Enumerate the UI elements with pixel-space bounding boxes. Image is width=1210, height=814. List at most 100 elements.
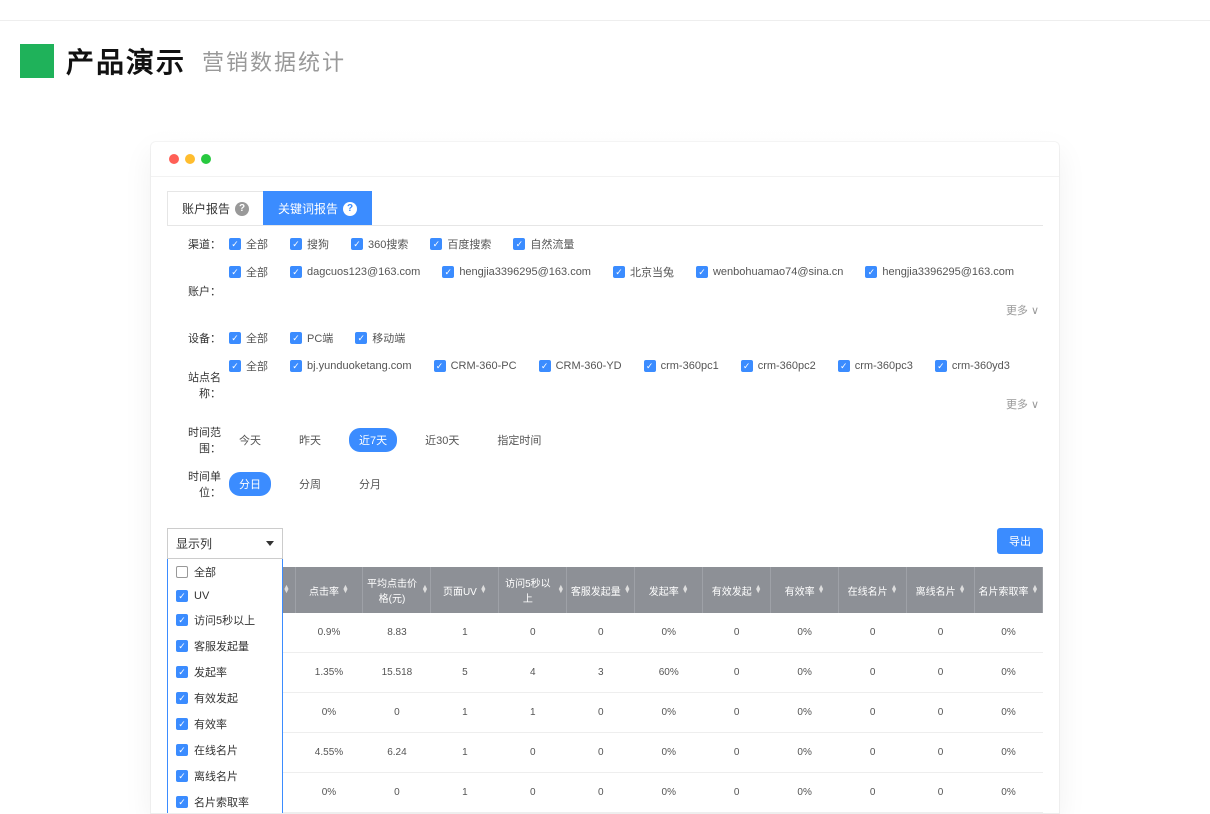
checkbox-label: wenbohuamao74@sina.cn <box>713 266 843 278</box>
sort-icon[interactable]: ▲▼ <box>342 586 349 594</box>
filter-row: 账户：✓全部✓dagcuos123@163.com✓hengjia3396295… <box>167 264 1043 318</box>
time-option[interactable]: 近30天 <box>415 428 469 452</box>
filter-checkbox[interactable]: ✓360搜索 <box>351 236 408 252</box>
help-icon[interactable]: ? <box>343 202 357 216</box>
checkbox-checked-icon: ✓ <box>176 590 188 602</box>
dropdown-item[interactable]: ✓在线名片 <box>168 737 282 763</box>
filter-checkbox[interactable]: ✓全部 <box>229 358 268 374</box>
filter-checkbox[interactable]: ✓PC端 <box>290 330 333 346</box>
window-minimize-icon[interactable] <box>185 154 195 164</box>
column-header[interactable]: 页面UV▲▼ <box>431 567 499 613</box>
more-link[interactable]: 更多 ∨ <box>1006 396 1043 412</box>
sort-icon[interactable]: ▲▼ <box>557 586 564 594</box>
checkbox-checked-icon: ✓ <box>865 266 877 278</box>
columns-dropdown-button[interactable]: 显示列 <box>167 528 283 559</box>
time-option[interactable]: 分月 <box>349 472 391 496</box>
dropdown-item[interactable]: ✓访问5秒以上 <box>168 607 282 633</box>
filter-checkbox[interactable]: ✓全部 <box>229 264 268 280</box>
time-option[interactable]: 分日 <box>229 472 271 496</box>
time-option[interactable]: 近7天 <box>349 428 397 452</box>
column-header[interactable]: 名片索取率▲▼ <box>975 567 1043 613</box>
filter-checkbox[interactable]: ✓hengjia3396295@163.com <box>865 266 1014 278</box>
sort-icon[interactable]: ▲▼ <box>959 586 966 594</box>
dropdown-item-label: UV <box>194 590 209 602</box>
export-button[interactable]: 导出 <box>997 528 1043 554</box>
tab-keyword-report[interactable]: 关键词报告 ? <box>263 191 372 225</box>
time-option[interactable]: 昨天 <box>289 428 331 452</box>
dropdown-item-label: 有效发起 <box>194 690 238 706</box>
checkbox-checked-icon: ✓ <box>229 238 241 250</box>
filter-checkbox[interactable]: ✓自然流量 <box>513 236 574 252</box>
filter-checkbox[interactable]: ✓wenbohuamao74@sina.cn <box>696 266 843 278</box>
filter-checkbox[interactable]: ✓CRM-360-PC <box>434 360 517 372</box>
table-cell: 0 <box>839 733 907 773</box>
filter-checkbox[interactable]: ✓crm-360yd3 <box>935 360 1010 372</box>
checkbox-checked-icon: ✓ <box>838 360 850 372</box>
table-cell: 0% <box>295 693 363 733</box>
column-header[interactable]: 有效发起▲▼ <box>703 567 771 613</box>
dropdown-item[interactable]: ✓名片索取率 <box>168 789 282 814</box>
filter-checkbox[interactable]: ✓百度搜索 <box>430 236 491 252</box>
column-header[interactable]: 访问5秒以上▲▼ <box>499 567 567 613</box>
dropdown-item[interactable]: 全部 <box>168 559 282 585</box>
tab-account-report[interactable]: 账户报告 ? <box>167 191 263 225</box>
table-cell: 0 <box>839 693 907 733</box>
table-cell: 0 <box>839 613 907 653</box>
column-header[interactable]: 发起率▲▼ <box>635 567 703 613</box>
dropdown-item[interactable]: ✓客服发起量 <box>168 633 282 659</box>
checkbox-checked-icon: ✓ <box>290 238 302 250</box>
dropdown-item[interactable]: ✓发起率 <box>168 659 282 685</box>
table-cell: 0 <box>907 693 975 733</box>
dropdown-item-label: 离线名片 <box>194 768 238 784</box>
filter-checkbox[interactable]: ✓crm-360pc3 <box>838 360 913 372</box>
dropdown-item[interactable]: ✓有效率 <box>168 711 282 737</box>
sort-icon[interactable]: ▲▼ <box>682 586 689 594</box>
time-option[interactable]: 指定时间 <box>487 428 551 452</box>
sort-icon[interactable]: ▲▼ <box>818 586 825 594</box>
filter-checkbox[interactable]: ✓全部 <box>229 330 268 346</box>
column-header[interactable]: 离线名片▲▼ <box>907 567 975 613</box>
table-toolbar: 显示列 全部✓UV✓访问5秒以上✓客服发起量✓发起率✓有效发起✓有效率✓在线名片… <box>167 528 1043 559</box>
window-close-icon[interactable] <box>169 154 179 164</box>
table-cell: 1 <box>431 613 499 653</box>
dropdown-item[interactable]: ✓ UV <box>168 585 282 607</box>
window-maximize-icon[interactable] <box>201 154 211 164</box>
dropdown-item[interactable]: ✓有效发起 <box>168 685 282 711</box>
filter-checkbox[interactable]: ✓dagcuos123@163.com <box>290 266 420 278</box>
filter-checkbox[interactable]: ✓hengjia3396295@163.com <box>442 266 591 278</box>
sort-icon[interactable]: ▲▼ <box>891 586 898 594</box>
checkbox-label: 全部 <box>246 358 268 374</box>
sort-icon[interactable]: ▲▼ <box>480 586 487 594</box>
checkbox-label: 360搜索 <box>368 236 408 252</box>
filter-checkbox[interactable]: ✓北京当兔 <box>613 264 674 280</box>
filter-checkbox[interactable]: ✓crm-360pc2 <box>741 360 816 372</box>
filter-checkbox[interactable]: ✓搜狗 <box>290 236 329 252</box>
dropdown-item[interactable]: ✓离线名片 <box>168 763 282 789</box>
checkbox-label: 全部 <box>246 236 268 252</box>
table-cell: 60% <box>635 653 703 693</box>
time-option[interactable]: 分周 <box>289 472 331 496</box>
checkbox-checked-icon: ✓ <box>741 360 753 372</box>
filter-checkbox[interactable]: ✓bj.yunduoketang.com <box>290 360 412 372</box>
filter-checkbox[interactable]: ✓crm-360pc1 <box>644 360 719 372</box>
sort-icon[interactable]: ▲▼ <box>283 586 290 594</box>
filter-checkbox[interactable]: ✓移动端 <box>355 330 405 346</box>
filter-checkbox[interactable]: ✓CRM-360-YD <box>539 360 622 372</box>
checkbox-checked-icon: ✓ <box>434 360 446 372</box>
sort-icon[interactable]: ▲▼ <box>624 586 631 594</box>
table-cell: 0% <box>771 773 839 813</box>
column-header[interactable]: 在线名片▲▼ <box>839 567 907 613</box>
help-icon[interactable]: ? <box>235 202 249 216</box>
time-option[interactable]: 今天 <box>229 428 271 452</box>
filter-label: 设备： <box>167 330 221 346</box>
column-header[interactable]: 平均点击价格(元)▲▼ <box>363 567 431 613</box>
checkbox-checked-icon: ✓ <box>355 332 367 344</box>
sort-icon[interactable]: ▲▼ <box>421 586 428 594</box>
column-header[interactable]: 客服发起量▲▼ <box>567 567 635 613</box>
filter-checkbox[interactable]: ✓ 全部 <box>229 236 268 252</box>
column-header[interactable]: 有效率▲▼ <box>771 567 839 613</box>
more-link[interactable]: 更多 ∨ <box>1006 302 1043 318</box>
sort-icon[interactable]: ▲▼ <box>755 586 762 594</box>
sort-icon[interactable]: ▲▼ <box>1032 586 1039 594</box>
column-header[interactable]: 点击率▲▼ <box>295 567 363 613</box>
